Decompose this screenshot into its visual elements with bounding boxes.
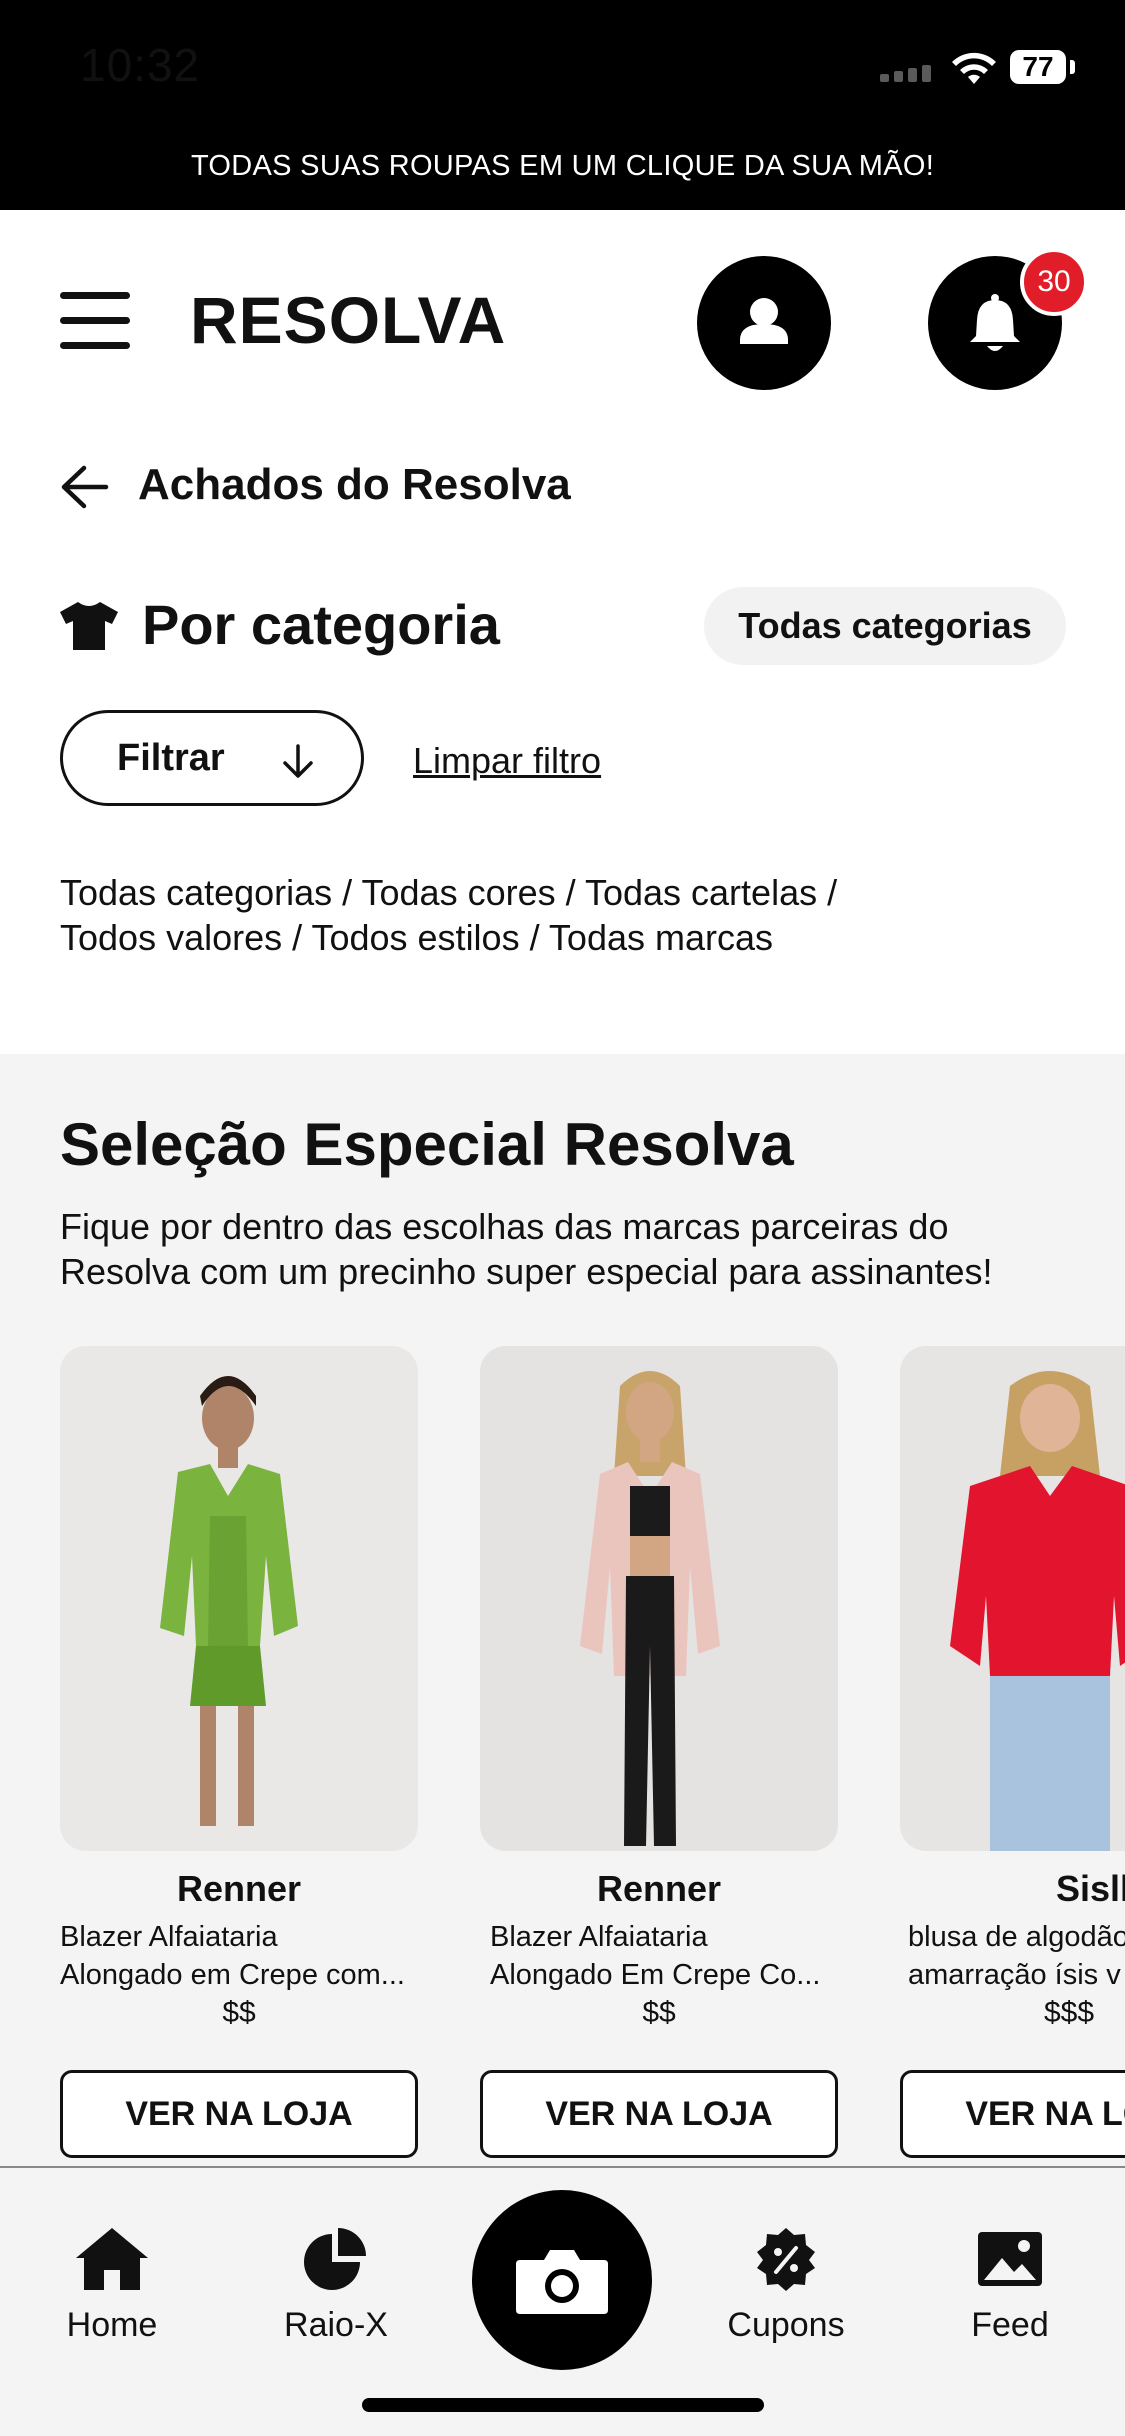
section-title: Seleção Especial Resolva	[60, 1111, 794, 1178]
battery-nub	[1070, 60, 1075, 74]
section-description-line2: Resolva com um precinho super especial p…	[60, 1251, 993, 1292]
notification-badge: 30	[1020, 248, 1088, 316]
product-description-line2: amarração ísis v	[908, 1959, 1121, 1991]
nav-cupons[interactable]: Cupons	[706, 2226, 866, 2345]
home-icon	[76, 2228, 148, 2290]
camera-button[interactable]	[472, 2190, 652, 2370]
nav-raio-x[interactable]: Raio-X	[256, 2226, 416, 2345]
active-filters: Todas categorias / Todas cores / Todas c…	[60, 870, 1060, 960]
product-price: $$	[222, 1996, 256, 2029]
nav-feed-label: Feed	[971, 2306, 1049, 2344]
promo-banner: TODAS SUAS ROUPAS EM UM CLIQUE DA SUA MÃ…	[190, 150, 935, 182]
coupon-icon	[757, 2228, 815, 2291]
product-description-line1: Blazer Alfaiataria	[60, 1921, 278, 1953]
active-filters-line1: Todas categorias / Todas cores / Todas c…	[60, 872, 838, 913]
category-heading: Por categoria	[142, 593, 500, 656]
nav-home-label: Home	[66, 2306, 158, 2344]
product-brand: Renner	[596, 1868, 722, 1909]
product-description: blusa de algodão amarração ísis v	[908, 1918, 1125, 1994]
wifi-icon	[952, 52, 996, 84]
section-description: Fique por dentro das escolhas das marcas…	[60, 1204, 1080, 1294]
section-description-line1: Fique por dentro das escolhas das marcas…	[60, 1206, 949, 1247]
product-price: $$$	[1043, 1996, 1095, 2029]
view-store-button[interactable]: VER NA LOJA	[60, 2070, 418, 2158]
product-description-line2: Alongado em Crepe com...	[60, 1959, 405, 1991]
product-image[interactable]	[60, 1346, 418, 1851]
product-card[interactable]: Sislla blusa de algodão amarração ísis v…	[900, 1346, 1125, 2166]
nav-feed[interactable]: Feed	[930, 2226, 1090, 2345]
nav-home[interactable]: Home	[32, 2226, 192, 2345]
product-description-line2: Alongado Em Crepe Co...	[490, 1959, 821, 1991]
product-brand: Renner	[176, 1868, 302, 1909]
pie-chart-icon	[304, 2228, 366, 2290]
clear-filter-link[interactable]: Limpar filtro	[413, 740, 601, 782]
view-store-button[interactable]: VER NA LOJA	[480, 2070, 838, 2158]
filter-button[interactable]: Filtrar	[60, 710, 364, 806]
product-description: Blazer Alfaiataria Alongado em Crepe com…	[60, 1918, 418, 1994]
image-icon	[978, 2232, 1042, 2286]
back-arrow-icon[interactable]	[58, 462, 110, 512]
hamburger-menu-icon[interactable]	[60, 292, 132, 350]
all-categories-button[interactable]: Todas categorias	[704, 587, 1066, 665]
view-store-button[interactable]: VER NA LOJA	[900, 2070, 1125, 2158]
battery-icon: 77	[1010, 50, 1066, 84]
user-icon	[740, 298, 788, 344]
brand-logo: RESOLVA	[190, 283, 507, 357]
product-image[interactable]	[900, 1346, 1125, 1851]
product-price: $$	[642, 1996, 676, 2029]
product-brand: Sislla	[1055, 1868, 1125, 1909]
product-description: Blazer Alfaiataria Alongado Em Crepe Co.…	[490, 1918, 848, 1994]
signal-icon	[880, 64, 936, 82]
filter-label: Filtrar	[117, 737, 225, 779]
status-time: 10:32	[80, 39, 201, 91]
active-filters-line2: Todos valores / Todos estilos / Todas ma…	[60, 917, 774, 958]
tshirt-icon	[60, 602, 118, 650]
camera-icon	[516, 2250, 608, 2314]
profile-button[interactable]	[697, 256, 831, 390]
nav-cupons-label: Cupons	[727, 2306, 845, 2344]
arrow-down-icon	[283, 744, 313, 778]
home-indicator	[362, 2398, 764, 2412]
product-image[interactable]	[480, 1346, 838, 1851]
page-title: Achados do Resolva	[138, 460, 571, 509]
product-description-line1: Blazer Alfaiataria	[490, 1921, 708, 1953]
nav-raio-x-label: Raio-X	[284, 2306, 388, 2344]
product-description-line1: blusa de algodão	[908, 1921, 1125, 1953]
